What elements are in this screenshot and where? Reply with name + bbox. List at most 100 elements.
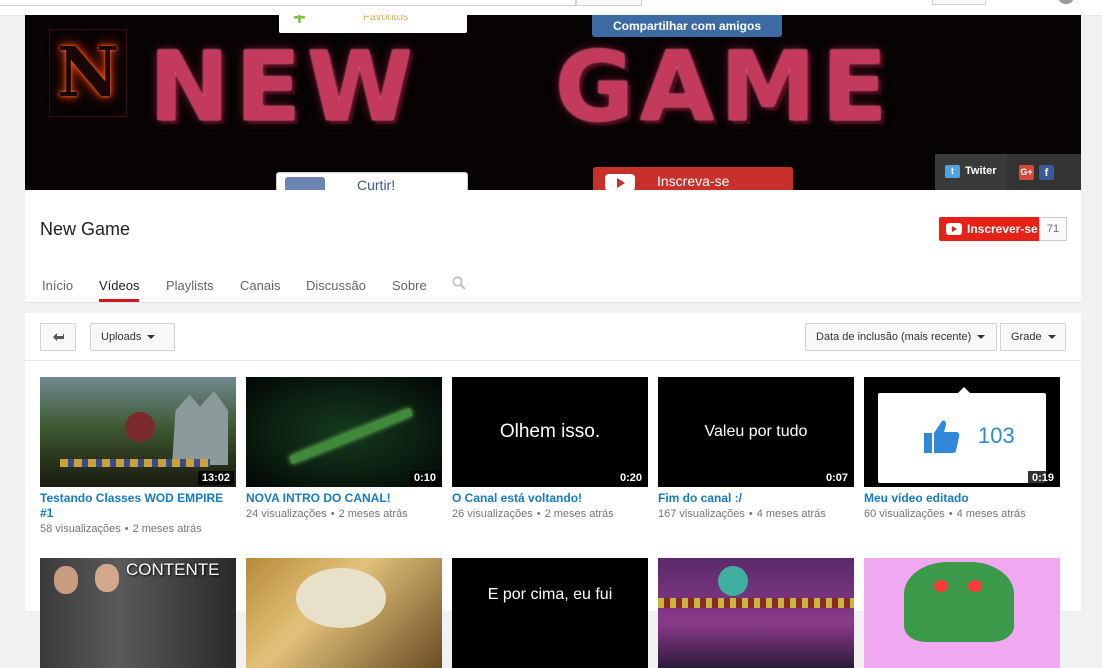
search-icon[interactable] (452, 276, 466, 290)
twitter-label: Twiter (965, 165, 997, 177)
channel-header: New Game Inscrever-se 71 Início Vídeos P… (25, 190, 1081, 303)
sort-dropdown[interactable]: Data de inclusão (mais recente) (805, 323, 997, 351)
video-title[interactable]: Meu vídeo editado (864, 491, 1060, 506)
search-button[interactable] (576, 0, 642, 6)
video-card[interactable]: 0:10 NOVA INTRO DO CANAL! 24 visualizaçõ… (246, 377, 442, 520)
tab-canais[interactable]: Canais (240, 278, 280, 302)
monster-shape (904, 562, 1014, 642)
view-label: Grade (1011, 331, 1042, 343)
monster-eye (934, 580, 948, 592)
facebook-icon[interactable]: f (1039, 165, 1054, 180)
monster-eye (968, 580, 982, 592)
video-meta: 167 visualizações • 4 meses atrás (658, 508, 826, 520)
action-bar (60, 459, 210, 467)
video-meta: 24 visualizações • 2 meses atrás (246, 508, 408, 520)
top-bar (0, 0, 1102, 16)
video-thumbnail[interactable]: 0:10 (246, 377, 442, 487)
avatar[interactable] (1058, 0, 1074, 4)
video-thumbnail[interactable]: CONTENTE (40, 558, 236, 668)
uploads-dropdown[interactable]: Uploads (90, 323, 175, 351)
youtube-play-icon (605, 174, 635, 190)
tab-playlists[interactable]: Playlists (166, 278, 214, 302)
tab-discussao[interactable]: Discussão (306, 278, 366, 302)
banner-title-word-game: GAME (555, 31, 894, 143)
video-duration: 0:20 (615, 471, 646, 485)
tab-inicio[interactable]: Início (42, 278, 73, 302)
game-hud (658, 598, 854, 608)
video-duration: 0:10 (409, 471, 440, 485)
video-views: 167 visualizações (658, 508, 745, 520)
video-card[interactable]: Valeu por tudo 0:07 Fim do canal :/ 167 … (658, 377, 854, 520)
inscreva-label: Inscreva-se (657, 173, 730, 189)
channel-tabs: Início Vídeos Playlists Canais Discussão… (25, 264, 1081, 302)
panda-shape (296, 568, 386, 628)
video-views: 24 visualizações (246, 508, 327, 520)
video-duration: 0:19 (1027, 471, 1058, 485)
twitter-link[interactable]: t Twiter (935, 154, 1007, 190)
subscribe-button[interactable]: Inscrever-se (939, 217, 1039, 241)
thumbs-up-icon (285, 177, 325, 190)
tab-sobre[interactable]: Sobre (392, 278, 427, 302)
divider (25, 360, 1081, 361)
curtir-link[interactable]: Curtir! (276, 172, 468, 190)
banner-title-word-new: NEW (149, 31, 419, 143)
video-age: 4 meses atrás (756, 508, 826, 520)
video-card[interactable]: 13:02 Testando Classes WOD EMPIRE #1 58 … (40, 377, 236, 535)
video-thumbnail[interactable]: 13:02 (40, 377, 236, 487)
video-card[interactable]: CONTENTE (40, 558, 236, 668)
chevron-down-icon (1047, 335, 1056, 340)
subscriber-count: 71 (1039, 217, 1067, 241)
video-thumbnail[interactable] (246, 558, 442, 668)
thumbs-up-icon (924, 420, 960, 453)
banner-inscreva-link[interactable]: Inscreva-se (593, 167, 793, 190)
sort-label: Data de inclusão (mais recente) (816, 331, 972, 343)
video-title[interactable]: O Canal está voltando! (452, 491, 648, 506)
back-arrow-icon (53, 333, 64, 341)
video-meta: 26 visualizações • 2 meses atrás (452, 508, 614, 520)
video-views: 26 visualizações (452, 508, 533, 520)
channel-name[interactable]: New Game (40, 219, 130, 240)
video-thumbnail[interactable]: Valeu por tudo 0:07 (658, 377, 854, 487)
thumbnail-text: CONTENTE (126, 560, 220, 579)
back-button[interactable] (40, 323, 76, 351)
video-card[interactable] (246, 558, 442, 668)
chevron-down-icon (147, 335, 156, 340)
video-title[interactable]: NOVA INTRO DO CANAL! (246, 491, 442, 506)
video-card[interactable] (864, 558, 1060, 668)
like-count: 103 (978, 423, 1015, 448)
youtube-icon (946, 223, 962, 235)
video-age: 2 meses atrás (338, 508, 408, 520)
video-card[interactable]: E por cima, eu fui (452, 558, 648, 668)
chevron-down-icon (977, 335, 986, 340)
character-shape (125, 412, 155, 442)
subscribe-label: Inscrever-se (967, 222, 1038, 236)
like-card-pointer (956, 387, 972, 395)
video-thumbnail[interactable]: Olhem isso. 0:20 (452, 377, 648, 487)
video-card[interactable]: 103 0:19 Meu vídeo editado 60 visualizaç… (864, 377, 1060, 520)
search-input[interactable] (0, 0, 576, 6)
thumbnail-text: E por cima, eu fui (487, 586, 613, 603)
video-thumbnail[interactable] (864, 558, 1060, 668)
video-age: 2 meses atrás (544, 508, 614, 520)
channel-banner: + Favoritos Compartilhar com amigos N NE… (25, 15, 1081, 190)
video-views: 58 visualizações (40, 523, 121, 535)
google-plus-icon[interactable]: G+ (1019, 165, 1034, 180)
plus-icon: + (293, 15, 306, 30)
view-dropdown[interactable]: Grade (1000, 323, 1066, 351)
social-links: t Twiter G+ f (935, 154, 1081, 190)
tab-videos[interactable]: Vídeos (99, 278, 140, 302)
video-thumbnail[interactable] (658, 558, 854, 668)
video-thumbnail[interactable]: 103 0:19 (864, 377, 1060, 487)
channel-logo: N (49, 29, 127, 117)
videos-panel: Uploads Data de inclusão (mais recente) … (25, 313, 1081, 668)
video-title[interactable]: Testando Classes WOD EMPIRE #1 (40, 491, 236, 521)
uploads-label: Uploads (101, 331, 142, 343)
video-card[interactable] (658, 558, 854, 668)
person-shape (54, 566, 78, 594)
video-card[interactable]: Olhem isso. 0:20 O Canal está voltando! … (452, 377, 648, 520)
upload-button[interactable] (932, 0, 986, 5)
intro-sword-shape (289, 407, 413, 465)
video-title[interactable]: Fim do canal :/ (658, 491, 854, 506)
video-age: 2 meses atrás (132, 523, 202, 535)
video-thumbnail[interactable]: E por cima, eu fui (452, 558, 648, 668)
